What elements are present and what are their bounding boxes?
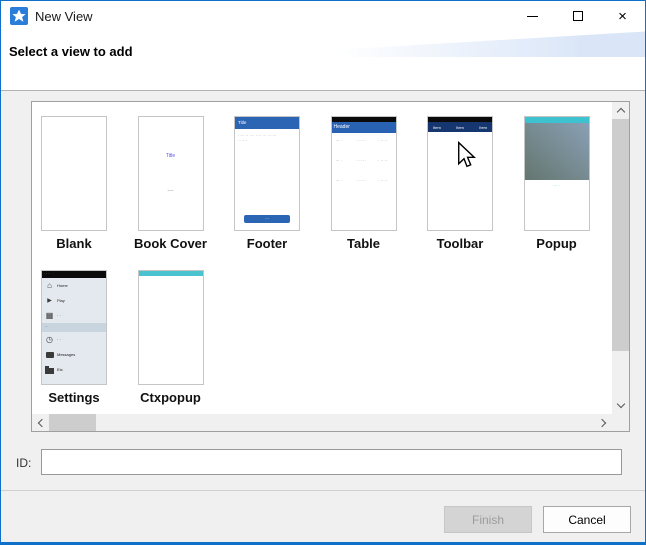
scroll-right-button[interactable] (595, 414, 612, 431)
toolbar-preview-bar: Item Item Item (428, 122, 492, 132)
scrollbar-corner (612, 414, 629, 431)
toolbar-item: Item (479, 125, 487, 130)
minimize-button[interactable] (510, 1, 555, 31)
table-cell: ··· · (336, 158, 351, 163)
gallery-item-table[interactable]: Header ··· · · ·· ·· · ·· ·· ··· · · ·· … (331, 116, 397, 251)
gallery-item-blank[interactable]: Blank (41, 116, 107, 251)
clock-icon (45, 335, 54, 344)
cancel-button[interactable]: Cancel (543, 506, 631, 533)
vertical-scroll-thumb[interactable] (612, 119, 629, 351)
gallery-item-ctxpopup[interactable]: Ctxpopup (138, 270, 204, 405)
wizard-header: Select a view to add (1, 31, 645, 91)
chevron-right-icon (598, 418, 606, 426)
bookcover-thumbnail[interactable]: Title ~·~ (138, 116, 204, 231)
bookcover-preview-note: ~·~ (139, 188, 203, 193)
ctxpopup-thumbnail[interactable] (138, 270, 204, 385)
table-cell: ··· · (336, 178, 351, 183)
page-title: Select a view to add (9, 44, 133, 59)
settings-section-divider: ··· (42, 323, 106, 332)
window-title: New View (35, 9, 93, 24)
settings-thumbnail[interactable]: · · · Home Play · · ··· · · Messages Etc (41, 270, 107, 385)
table-cell: · ·· ·· (357, 158, 372, 163)
chevron-left-icon (38, 418, 46, 426)
template-gallery: Blank Title ~·~ Book Cover Title ····· · (31, 101, 630, 432)
gallery-item-footer[interactable]: Title ····· ·· ···· ···· ··· ·· ···· ·· … (234, 116, 300, 251)
table-preview-grid: ··· · · ·· ·· · ·· ·· ··· · · ·· ·· · ··… (336, 138, 394, 198)
apps-grid-icon (45, 311, 54, 320)
blank-thumbnail[interactable] (41, 116, 107, 231)
table-cell: · ·· ·· (357, 178, 372, 183)
table-thumbnail[interactable]: Header ··· · · ·· ·· · ·· ·· ··· · · ·· … (331, 116, 397, 231)
id-input[interactable] (41, 449, 622, 475)
table-cell: · ·· ·· (378, 158, 393, 163)
toolbar-item: Item (433, 125, 441, 130)
settings-preview-statusbar: · · · (42, 271, 106, 278)
popup-preview-caption: ··· · (525, 183, 589, 188)
id-label: ID: (16, 456, 31, 470)
buttonbar-separator (1, 490, 645, 491)
item-label: Table (308, 236, 420, 251)
gallery-item-popup[interactable]: ··· · Popup (524, 116, 590, 251)
table-preview-header: Header (332, 122, 396, 133)
settings-row-label: Messages (57, 352, 75, 357)
horizontal-scrollbar[interactable] (32, 414, 612, 431)
message-icon (46, 352, 54, 358)
footer-thumbnail[interactable]: Title ····· ·· ···· ···· ··· ·· ···· ·· … (234, 116, 300, 231)
header-gradient (335, 31, 645, 57)
maximize-button[interactable] (555, 1, 600, 31)
close-icon: × (618, 9, 627, 24)
maximize-icon (573, 11, 583, 21)
settings-row-label: Play (57, 298, 65, 303)
toolbar-item: Item (456, 125, 464, 130)
home-icon (45, 281, 54, 290)
close-button[interactable]: × (600, 1, 645, 31)
bookcover-preview-title: Title (139, 153, 203, 159)
settings-row-label: · · (57, 337, 61, 342)
gallery-content: Blank Title ~·~ Book Cover Title ····· · (32, 102, 612, 414)
new-view-dialog: New View × Select a view to add Blank T (0, 0, 646, 545)
chevron-down-icon (616, 400, 624, 408)
table-cell: · ·· ·· (378, 178, 393, 183)
gallery-item-bookcover[interactable]: Title ~·~ Book Cover (138, 116, 204, 251)
vertical-scrollbar[interactable] (612, 102, 629, 414)
footer-preview-body: ·· ···· (238, 138, 296, 143)
popup-preview-image (525, 123, 589, 180)
table-cell: · ·· ·· (357, 138, 372, 143)
minimize-icon (527, 16, 538, 17)
gallery-item-settings[interactable]: · · · Home Play · · ··· · · Messages Etc… (41, 270, 107, 405)
chevron-up-icon (616, 108, 624, 116)
item-label: Footer (211, 236, 323, 251)
item-label: Book Cover (115, 236, 227, 251)
item-label: Popup (501, 236, 613, 251)
scroll-up-button[interactable] (612, 102, 629, 119)
table-cell: ··· · (336, 138, 351, 143)
table-cell: · ·· ·· (378, 138, 393, 143)
scroll-left-button[interactable] (32, 414, 49, 431)
popup-thumbnail[interactable]: ··· · (524, 116, 590, 231)
gallery-item-toolbar[interactable]: Item Item Item Toolbar (427, 116, 493, 251)
settings-row-label: Home (57, 283, 68, 288)
scroll-down-button[interactable] (612, 397, 629, 414)
play-icon (45, 295, 54, 306)
settings-row-label: Etc (57, 367, 63, 372)
settings-row-label: · · (57, 313, 61, 318)
app-icon (10, 7, 28, 25)
titlebar[interactable]: New View × (1, 1, 645, 31)
item-label: Ctxpopup (115, 390, 227, 405)
settings-preview-list: Home Play · · ··· · · Messages Etc (42, 278, 106, 377)
toolbar-thumbnail[interactable]: Item Item Item (427, 116, 493, 231)
horizontal-scroll-thumb[interactable] (49, 414, 96, 431)
ctxpopup-preview-strip (139, 271, 203, 276)
footer-preview-button: ··· (244, 215, 290, 223)
footer-preview-header: Title (235, 117, 299, 129)
item-label: Toolbar (404, 236, 516, 251)
finish-button[interactable]: Finish (444, 506, 532, 533)
folder-icon (45, 368, 54, 374)
